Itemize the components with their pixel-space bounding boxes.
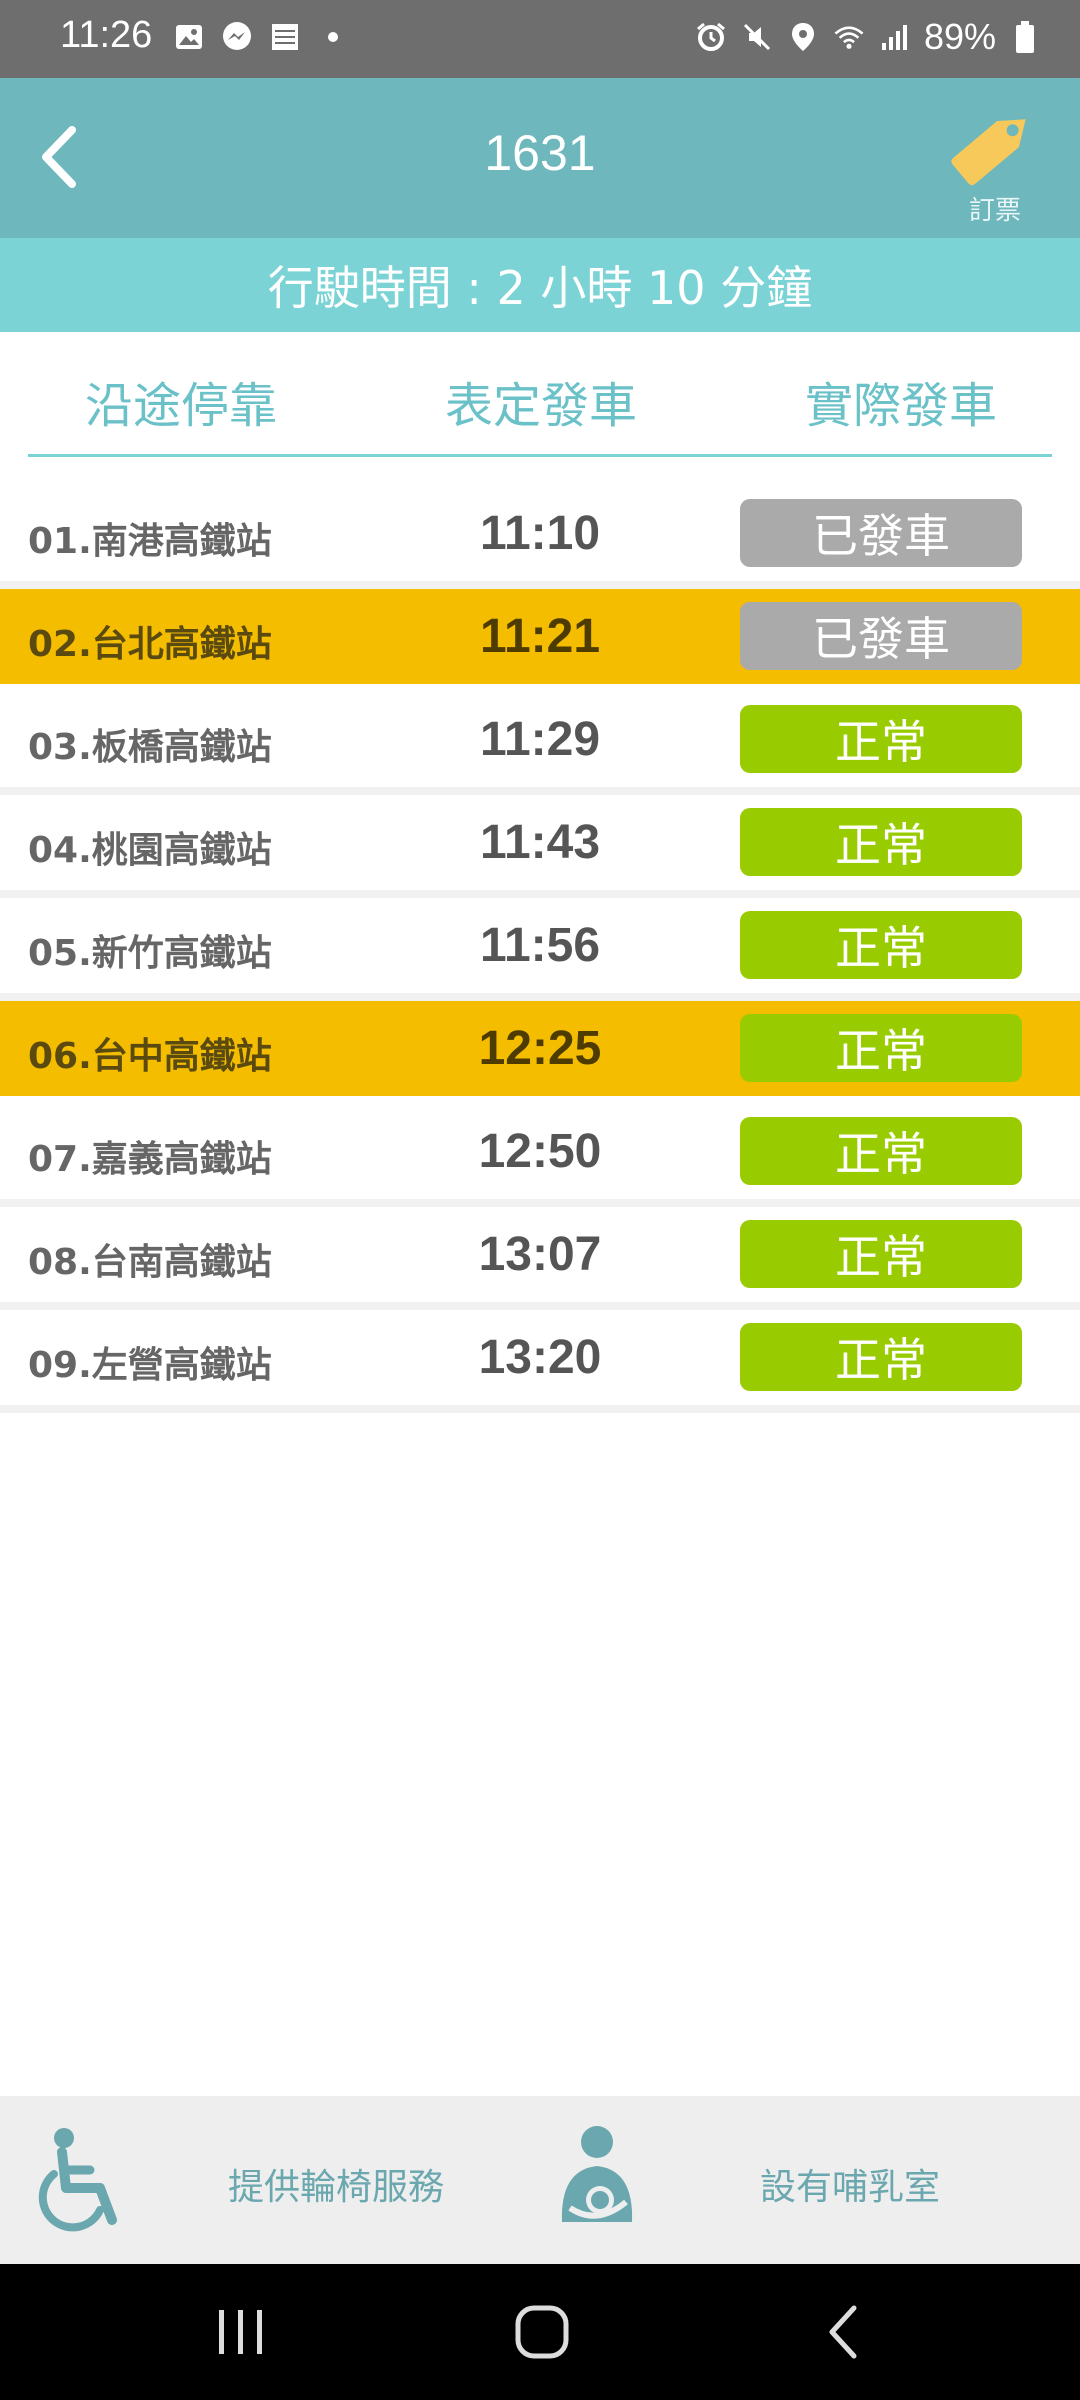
station-name: 01.南港高鐵站: [28, 521, 272, 562]
recent-apps-button[interactable]: [196, 2294, 286, 2370]
dot-icon: [316, 20, 350, 54]
nursing-room-icon: [542, 2122, 652, 2242]
recent-apps-icon: [219, 2310, 262, 2354]
scheduled-time: 11:10: [479, 507, 601, 560]
scheduled-time: 12:25: [478, 1022, 602, 1075]
station-row[interactable]: 06.台中高鐵站 12:25 正常: [0, 1001, 1080, 1096]
messenger-icon: [220, 20, 254, 54]
train-number-title: 1631: [484, 125, 596, 181]
departure-status-badge: 正常: [740, 1323, 1022, 1391]
system-nav-bar: [0, 2264, 1080, 2400]
station-row[interactable]: 03.板橋高鐵站 11:29 正常: [0, 692, 1080, 795]
book-ticket-button[interactable]: 訂票: [940, 100, 1050, 226]
station-row[interactable]: 05.新竹高鐵站 11:56 正常: [0, 898, 1080, 1001]
station-row[interactable]: 07.嘉義高鐵站 12:50 正常: [0, 1104, 1080, 1207]
station-row[interactable]: 02.台北高鐵站 11:21 已發車: [0, 589, 1080, 684]
scheduled-time: 11:21: [479, 610, 601, 663]
row-divider: [0, 890, 1080, 898]
station-name: 08.台南高鐵站: [28, 1242, 272, 1283]
row-divider: [0, 993, 1080, 1001]
facilities-bar: 提供輪椅服務 設有哺乳室: [0, 2096, 1080, 2264]
station-row[interactable]: 04.桃園高鐵站 11:43 正常: [0, 795, 1080, 898]
wheelchair-service-label: 提供輪椅服務: [228, 2167, 445, 2208]
battery-icon: [1008, 20, 1042, 54]
app-header: 1631 訂票: [0, 78, 1080, 238]
station-list: 01.南港高鐵站 11:10 已發車 02.台北高鐵站 11:21 已發車 03.板橋高鐵站…: [0, 486, 1080, 1413]
scheduled-time: 13:07: [478, 1228, 602, 1281]
system-icons: 89%: [694, 16, 1042, 58]
departure-status-badge: 正常: [740, 705, 1022, 773]
scheduled-time: 11:29: [479, 713, 601, 766]
row-divider: [0, 1405, 1080, 1413]
status-bar: 11:26 89%: [0, 0, 1080, 78]
departure-status-badge: 正常: [740, 911, 1022, 979]
station-name: 03.板橋高鐵站: [28, 727, 272, 768]
row-divider: [0, 1302, 1080, 1310]
station-name: 09.左營高鐵站: [28, 1345, 272, 1386]
station-name: 06.台中高鐵站: [28, 1036, 272, 1077]
tag-icon: [951, 119, 1026, 186]
departure-status-badge: 正常: [740, 808, 1022, 876]
station-row[interactable]: 09.左營高鐵站 13:20 正常: [0, 1310, 1080, 1413]
station-row[interactable]: 08.台南高鐵站 13:07 正常: [0, 1207, 1080, 1310]
column-header-actual: 實際發車: [804, 378, 997, 434]
nav-back-button[interactable]: [800, 2294, 890, 2370]
row-divider: [0, 787, 1080, 795]
location-icon: [786, 20, 820, 54]
departure-status-badge: 正常: [740, 1220, 1022, 1288]
wheelchair-icon: [28, 2122, 138, 2242]
scheduled-time: 12:50: [478, 1125, 602, 1178]
back-icon: [829, 2305, 857, 2359]
departure-status-badge: 已發車: [740, 499, 1022, 567]
column-headers: 沿途停靠 表定發車 實際發車: [28, 332, 1052, 457]
battery-percent: 89%: [923, 16, 996, 57]
image-icon: [172, 20, 206, 54]
station-name: 05.新竹高鐵站: [28, 933, 272, 974]
nursing-room-label: 設有哺乳室: [760, 2167, 941, 2208]
mute-icon: [740, 20, 774, 54]
home-icon: [515, 2305, 569, 2359]
column-header-stop: 沿途停靠: [84, 378, 277, 434]
wifi-icon: [832, 20, 866, 54]
scheduled-time: 13:20: [478, 1331, 602, 1384]
app-icon: [268, 20, 302, 54]
station-name: 07.嘉義高鐵站: [28, 1139, 272, 1180]
scheduled-time: 11:43: [479, 816, 601, 869]
departure-status-badge: 正常: [740, 1014, 1022, 1082]
signal-icon: [878, 20, 912, 54]
notification-icons: [172, 20, 350, 54]
station-name: 02.台北高鐵站: [28, 624, 272, 665]
column-header-scheduled: 表定發車: [444, 378, 637, 434]
scheduled-time: 11:56: [479, 919, 601, 972]
departure-status-badge: 正常: [740, 1117, 1022, 1185]
station-row[interactable]: 01.南港高鐵站 11:10 已發車: [0, 486, 1080, 589]
status-time: 11:26: [60, 14, 153, 56]
departure-status-badge: 已發車: [740, 602, 1022, 670]
travel-duration: 行駛時間 : 2 小時 10 分鐘: [0, 238, 1080, 332]
row-divider: [0, 581, 1080, 589]
home-button[interactable]: [497, 2294, 587, 2370]
alarm-icon: [694, 20, 728, 54]
row-divider: [0, 1199, 1080, 1207]
book-ticket-label: 訂票: [968, 196, 1021, 226]
station-name: 04.桃園高鐵站: [28, 830, 272, 871]
